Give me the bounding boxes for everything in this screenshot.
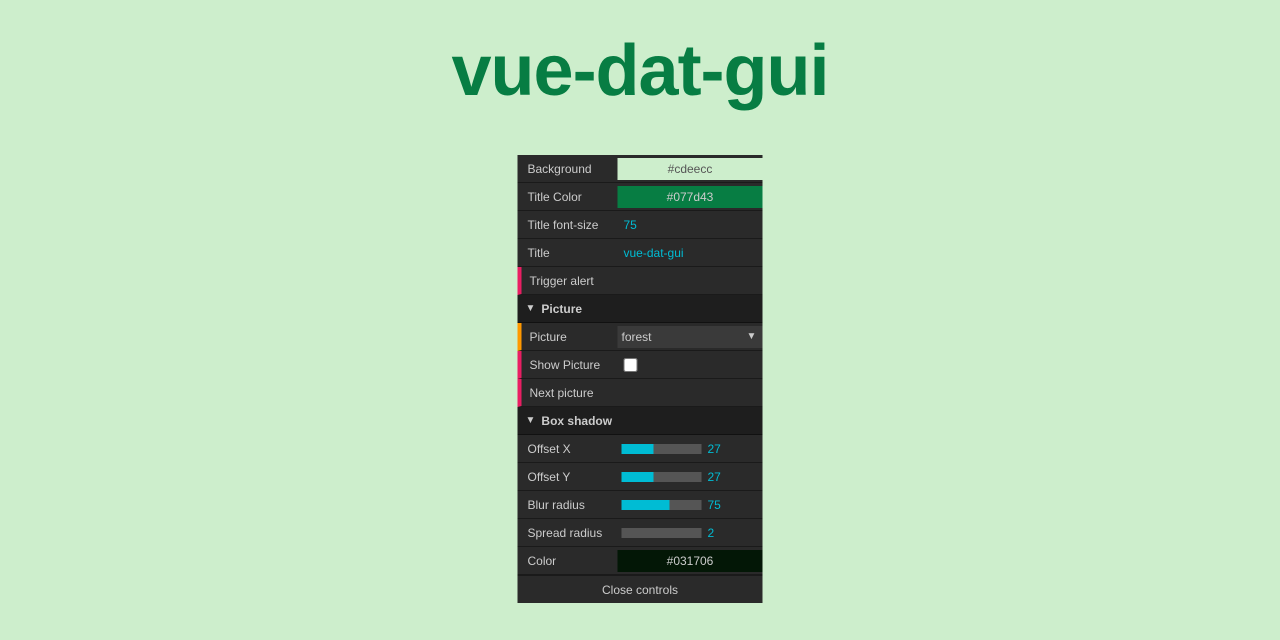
picture-label: Picture	[522, 330, 618, 344]
offset-x-fill	[622, 444, 654, 454]
offset-x-track[interactable]	[622, 444, 702, 454]
show-picture-label: Show Picture	[522, 358, 618, 372]
blur-radius-label: Blur radius	[518, 498, 618, 512]
offset-y-fill	[622, 472, 654, 482]
close-controls-button[interactable]: Close controls	[518, 575, 763, 603]
page-title: vue-dat-gui	[0, 0, 1280, 112]
offset-y-track[interactable]	[622, 472, 702, 482]
blur-radius-value: 75	[702, 498, 730, 512]
title-fontsize-value[interactable]: 75	[618, 218, 763, 232]
picture-row: Picture forest mountain ocean ▼	[518, 323, 763, 351]
background-value[interactable]: #cdeecc	[618, 158, 763, 180]
show-picture-checkbox-wrapper	[618, 358, 763, 372]
title-fontsize-label: Title font-size	[518, 218, 618, 232]
background-label: Background	[518, 162, 618, 176]
next-picture-label: Next picture	[522, 386, 618, 400]
title-fontsize-row: Title font-size 75	[518, 211, 763, 239]
offset-x-label: Offset X	[518, 442, 618, 456]
blur-radius-row: Blur radius 75	[518, 491, 763, 519]
offset-x-value: 27	[702, 442, 730, 456]
picture-select-wrapper: forest mountain ocean ▼	[618, 326, 763, 348]
spread-radius-value: 2	[702, 526, 730, 540]
show-picture-checkbox[interactable]	[624, 358, 638, 372]
title-color-row: Title Color #077d43	[518, 183, 763, 211]
offset-y-slider-wrapper: 27	[618, 470, 763, 484]
offset-y-row: Offset Y 27	[518, 463, 763, 491]
picture-section-label: Picture	[541, 302, 582, 316]
control-panel: Background #cdeecc Title Color #077d43 T…	[518, 155, 763, 603]
title-row: Title vue-dat-gui	[518, 239, 763, 267]
background-row: Background #cdeecc	[518, 155, 763, 183]
color-value[interactable]: #031706	[618, 550, 763, 572]
color-row: Color #031706	[518, 547, 763, 575]
close-controls-label: Close controls	[602, 583, 678, 597]
boxshadow-section-label: Box shadow	[541, 414, 612, 428]
spread-radius-slider-wrapper: 2	[618, 526, 763, 540]
spread-radius-track[interactable]	[622, 528, 702, 538]
blur-radius-fill	[622, 500, 670, 510]
next-picture-row[interactable]: Next picture	[518, 379, 763, 407]
title-color-value[interactable]: #077d43	[618, 186, 763, 208]
spread-radius-label: Spread radius	[518, 526, 618, 540]
trigger-alert-row[interactable]: Trigger alert	[518, 267, 763, 295]
offset-y-value: 27	[702, 470, 730, 484]
boxshadow-section-header[interactable]: ▼ Box shadow	[518, 407, 763, 435]
offset-y-label: Offset Y	[518, 470, 618, 484]
picture-select[interactable]: forest mountain ocean	[618, 326, 763, 348]
offset-x-slider-wrapper: 27	[618, 442, 763, 456]
show-picture-row: Show Picture	[518, 351, 763, 379]
offset-x-row: Offset X 27	[518, 435, 763, 463]
blur-radius-track[interactable]	[622, 500, 702, 510]
trigger-alert-label: Trigger alert	[522, 274, 594, 288]
picture-section-header[interactable]: ▼ Picture	[518, 295, 763, 323]
title-color-label: Title Color	[518, 190, 618, 204]
spread-radius-fill	[622, 528, 626, 538]
color-label: Color	[518, 554, 618, 568]
boxshadow-section-arrow: ▼	[526, 415, 536, 426]
title-value[interactable]: vue-dat-gui	[618, 246, 763, 260]
blur-radius-slider-wrapper: 75	[618, 498, 763, 512]
title-label: Title	[518, 246, 618, 260]
picture-section-arrow: ▼	[526, 303, 536, 314]
spread-radius-row: Spread radius 2	[518, 519, 763, 547]
